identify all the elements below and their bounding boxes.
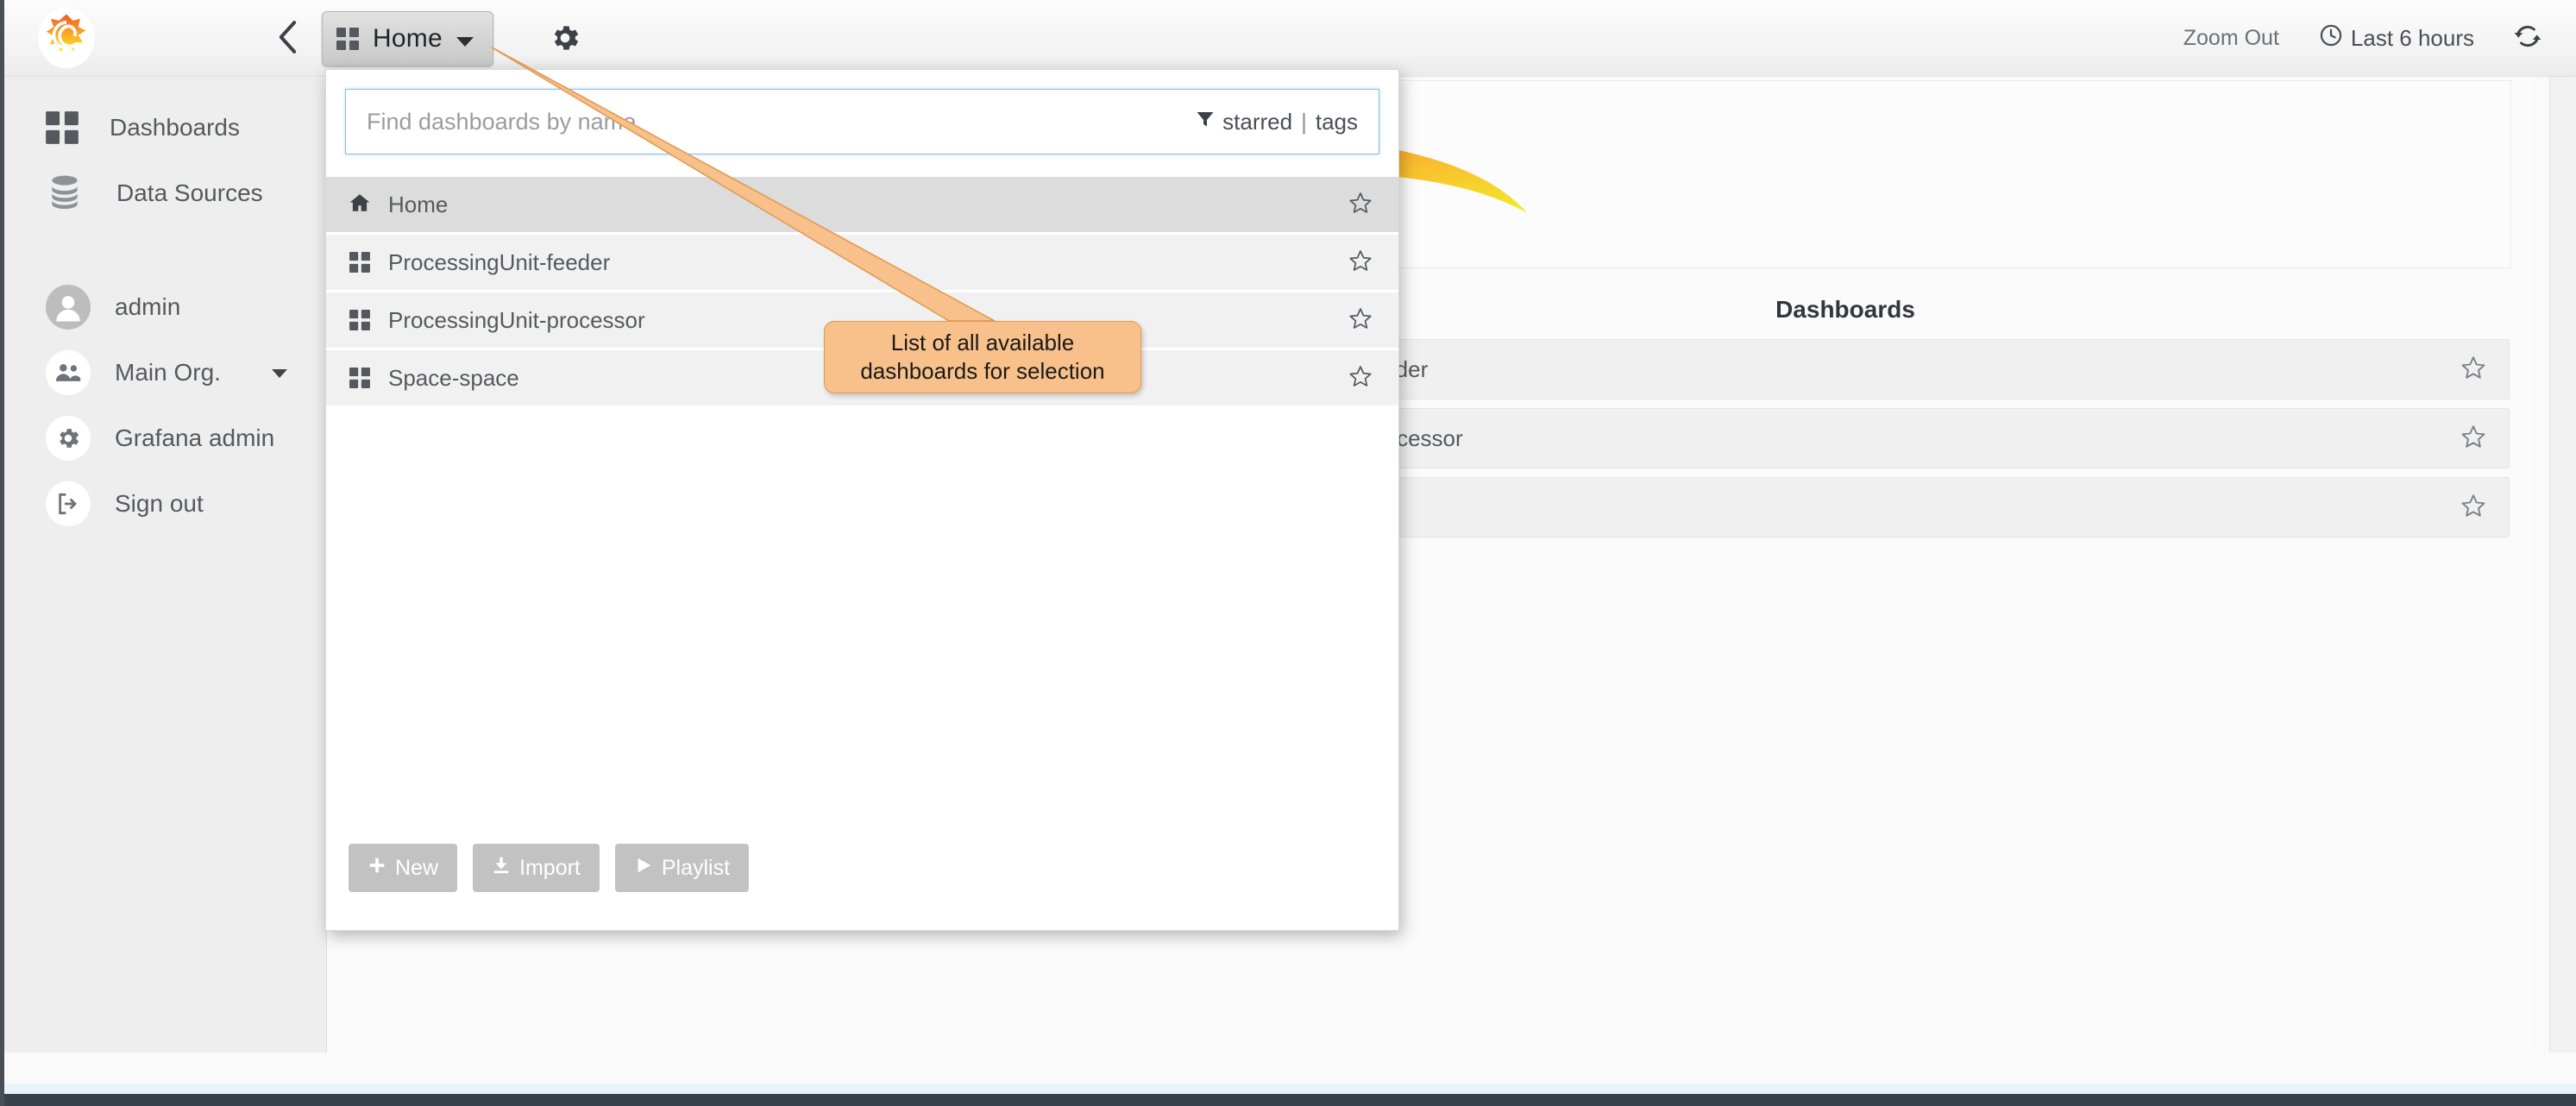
plus-icon <box>368 856 386 881</box>
dropdown-footer-actions: New Import Playlist <box>326 844 1421 892</box>
import-dashboard-button[interactable]: Import <box>473 844 600 892</box>
left-sidebar: Dashboards Data Sources admin Main Org. … <box>4 76 327 1053</box>
filter-separator: | <box>1301 108 1307 135</box>
sidebar-label-data-sources: Data Sources <box>116 179 263 206</box>
search-input[interactable] <box>365 107 1084 136</box>
sidebar-label-sign-out: Sign out <box>115 490 204 517</box>
home-dashboard-dropdown-button[interactable]: Home <box>322 11 493 66</box>
download-icon <box>492 856 511 881</box>
sidebar-item-admin-user[interactable]: admin <box>4 274 326 340</box>
time-range-picker[interactable]: Last 6 hours <box>2319 23 2474 53</box>
sidebar-label-grafana-admin: Grafana admin <box>115 424 275 451</box>
new-button-label: New <box>395 855 439 880</box>
users-icon <box>46 350 91 395</box>
clock-icon <box>2319 23 2343 53</box>
sidebar-item-dashboards[interactable]: Dashboards <box>4 95 326 160</box>
import-button-label: Import <box>519 855 581 880</box>
star-outline-icon[interactable] <box>2460 355 2486 385</box>
sidebar-item-grafana-admin[interactable]: Grafana admin <box>4 405 326 471</box>
sidebar-item-data-sources[interactable]: Data Sources <box>4 160 326 226</box>
database-icon <box>46 173 84 215</box>
filter-tags-label[interactable]: tags <box>1316 109 1358 135</box>
caret-down-icon[interactable] <box>272 369 287 378</box>
chevron-left-icon[interactable] <box>272 17 306 57</box>
refresh-icon[interactable] <box>2514 22 2541 54</box>
caret-down-icon <box>456 36 474 47</box>
sidebar-label-main-org: Main Org. <box>115 359 221 386</box>
star-outline-icon[interactable] <box>1348 364 1373 393</box>
search-filters[interactable]: starred | tags <box>1195 109 1358 135</box>
play-icon <box>634 856 653 881</box>
user-avatar-icon <box>46 285 91 330</box>
home-button-label: Home <box>373 24 443 53</box>
time-range-controls: Zoom Out Last 6 hours <box>2183 0 2541 76</box>
filter-funnel-icon <box>1195 109 1216 135</box>
sidebar-item-main-org[interactable]: Main Org. <box>4 340 326 405</box>
zoom-out-button[interactable]: Zoom Out <box>2183 26 2279 51</box>
playlist-button[interactable]: Playlist <box>614 844 750 892</box>
annotation-callout-text: List of all available dashboards for sel… <box>860 329 1105 384</box>
bottom-strip <box>4 1084 2576 1094</box>
sidebar-item-sign-out[interactable]: Sign out <box>4 471 326 537</box>
top-navbar: Home Zoom Out Last 6 hours <box>4 0 2576 77</box>
star-outline-icon[interactable] <box>2460 493 2486 523</box>
dashboard-grid-icon <box>349 252 370 273</box>
list-item-home[interactable]: Home <box>326 177 1398 235</box>
gear-icon[interactable] <box>548 21 582 55</box>
time-range-label: Last 6 hours <box>2350 24 2474 51</box>
list-item-label: ProcessingUnit-processor <box>388 306 645 333</box>
sign-out-icon <box>46 481 91 526</box>
star-outline-icon[interactable] <box>1348 306 1373 335</box>
star-outline-icon[interactable] <box>1348 248 1373 277</box>
annotation-callout: List of all available dashboards for sel… <box>824 321 1141 393</box>
list-item-label: Space-space <box>388 364 519 391</box>
new-dashboard-button[interactable]: New <box>349 844 458 892</box>
star-outline-icon[interactable] <box>2460 424 2486 454</box>
home-icon <box>349 192 371 218</box>
dashboard-grid-icon <box>336 28 359 50</box>
bottom-bar <box>4 1094 2576 1106</box>
grafana-logo-icon[interactable] <box>37 7 96 69</box>
sidebar-label-dashboards: Dashboards <box>110 114 240 141</box>
dashboard-grid-icon <box>349 368 370 388</box>
list-item-label: Home <box>388 191 449 217</box>
list-item-processingunit-feeder[interactable]: ProcessingUnit-feeder <box>326 235 1398 292</box>
sidebar-label-admin: admin <box>115 293 181 320</box>
filter-starred-label[interactable]: starred <box>1222 109 1292 135</box>
vertical-scrollbar[interactable] <box>2549 76 2576 1053</box>
search-wrapper: starred | tags <box>326 70 1398 154</box>
app-root: Home Zoom Out Last 6 hours Dashboards Da… <box>0 0 2576 1106</box>
dashboard-grid-icon <box>46 111 79 144</box>
sidebar-divider-gap <box>4 226 326 274</box>
search-box[interactable]: starred | tags <box>345 89 1379 154</box>
list-item-label: ProcessingUnit-feeder <box>388 248 611 275</box>
gear-icon <box>46 416 91 461</box>
dashboard-grid-icon <box>349 310 370 330</box>
dashboard-search-dropdown: starred | tags Home <box>325 69 1399 931</box>
playlist-button-label: Playlist <box>661 855 731 880</box>
star-outline-icon[interactable] <box>1348 191 1373 219</box>
